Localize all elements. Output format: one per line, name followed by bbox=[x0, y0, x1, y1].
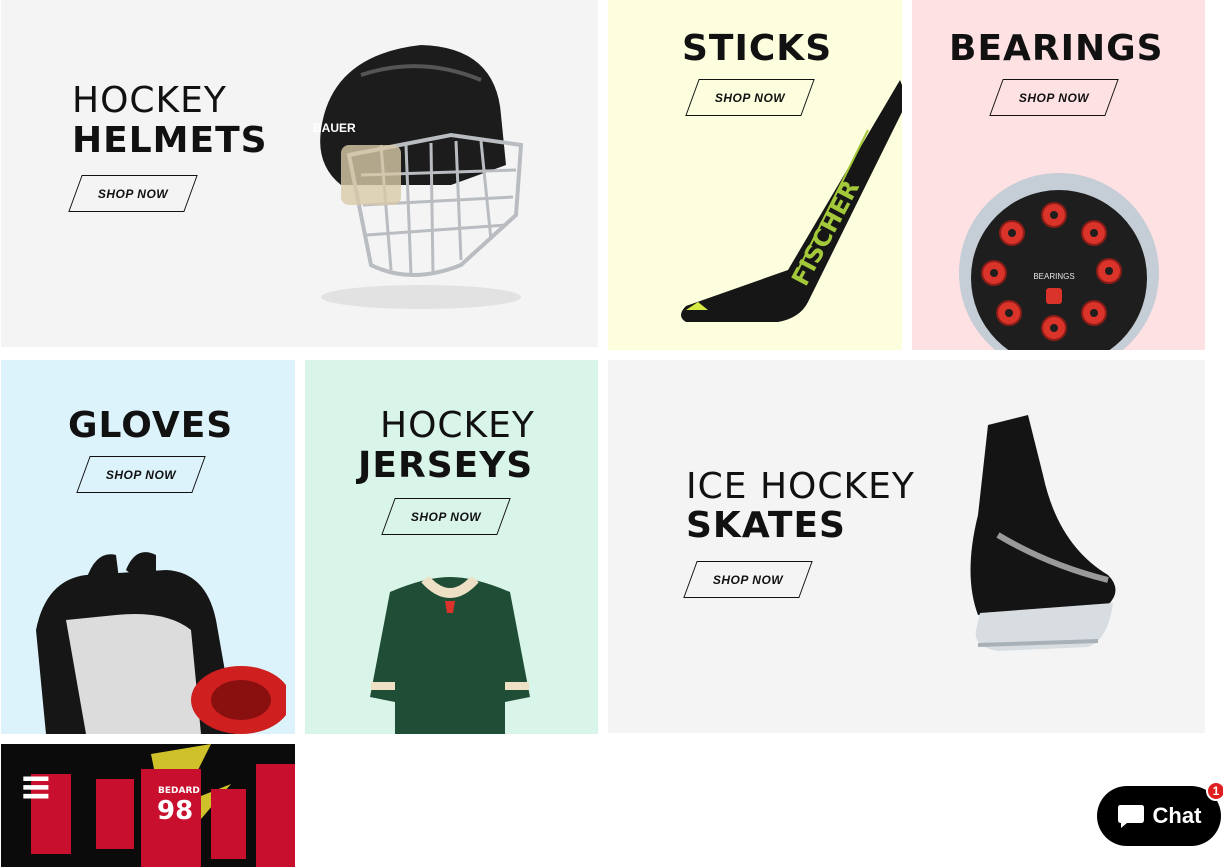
svg-text:BEARINGS: BEARINGS bbox=[1033, 272, 1074, 281]
svg-text:FISCHER: FISCHER bbox=[786, 176, 865, 291]
helmets-title-line1: HOCKEY bbox=[72, 80, 227, 121]
helmets-shop-now-button[interactable]: SHOP NOW bbox=[75, 175, 191, 212]
bearings-pack-image: BEARINGS bbox=[959, 173, 1159, 350]
category-tile-skates[interactable]: ICE HOCKEY SKATES SHOP NOW bbox=[608, 360, 1205, 733]
ice-skate-image bbox=[970, 415, 1116, 651]
category-tile-gloves[interactable]: GLOVES SHOP NOW bbox=[1, 360, 295, 734]
category-tile-bearings[interactable]: BEARINGS SHOP NOW BEARINGS bbox=[912, 0, 1205, 350]
hockey-gloves-image bbox=[36, 552, 286, 734]
skates-title-line2: SKATES bbox=[686, 505, 846, 546]
bearings-shop-now-button[interactable]: SHOP NOW bbox=[996, 79, 1112, 116]
gloves-shop-now-button[interactable]: SHOP NOW bbox=[83, 456, 199, 493]
chat-bubble-icon bbox=[1117, 805, 1144, 828]
jerseys-shop-now-button[interactable]: SHOP NOW bbox=[388, 498, 504, 535]
svg-text:BAUER: BAUER bbox=[313, 121, 356, 135]
bearings-title: BEARINGS bbox=[949, 28, 1164, 69]
player-promo-banner[interactable]: ≡ BEDARD 98 bbox=[1, 744, 295, 867]
category-tile-helmets[interactable]: HOCKEY HELMETS SHOP NOW BAUER bbox=[1, 0, 598, 347]
hockey-stick-image: FISCHER bbox=[681, 80, 902, 322]
skates-title-line1: ICE HOCKEY bbox=[686, 466, 915, 507]
chat-unread-badge: 1 bbox=[1206, 781, 1223, 801]
sticks-title: STICKS bbox=[682, 28, 833, 69]
chat-label: Chat bbox=[1152, 803, 1202, 828]
promo-player-name: BEDARD bbox=[158, 786, 200, 796]
promo-logo: ≡ bbox=[19, 764, 53, 810]
promo-player-number: 98 bbox=[157, 796, 194, 826]
hockey-helmet-image: BAUER bbox=[313, 45, 524, 309]
chat-button[interactable]: Chat bbox=[1097, 786, 1221, 846]
skates-shop-now-button[interactable]: SHOP NOW bbox=[690, 561, 806, 598]
category-tile-jerseys[interactable]: HOCKEY JERSEYS SHOP NOW bbox=[305, 360, 598, 734]
jerseys-title-line2: JERSEYS bbox=[358, 445, 534, 486]
helmets-title-line2: HELMETS bbox=[72, 120, 268, 161]
category-tile-sticks[interactable]: STICKS SHOP NOW FISCHER bbox=[608, 0, 902, 350]
jerseys-title-line1: HOCKEY bbox=[380, 405, 535, 446]
gloves-title: GLOVES bbox=[68, 405, 234, 446]
hockey-jersey-image bbox=[370, 577, 530, 734]
